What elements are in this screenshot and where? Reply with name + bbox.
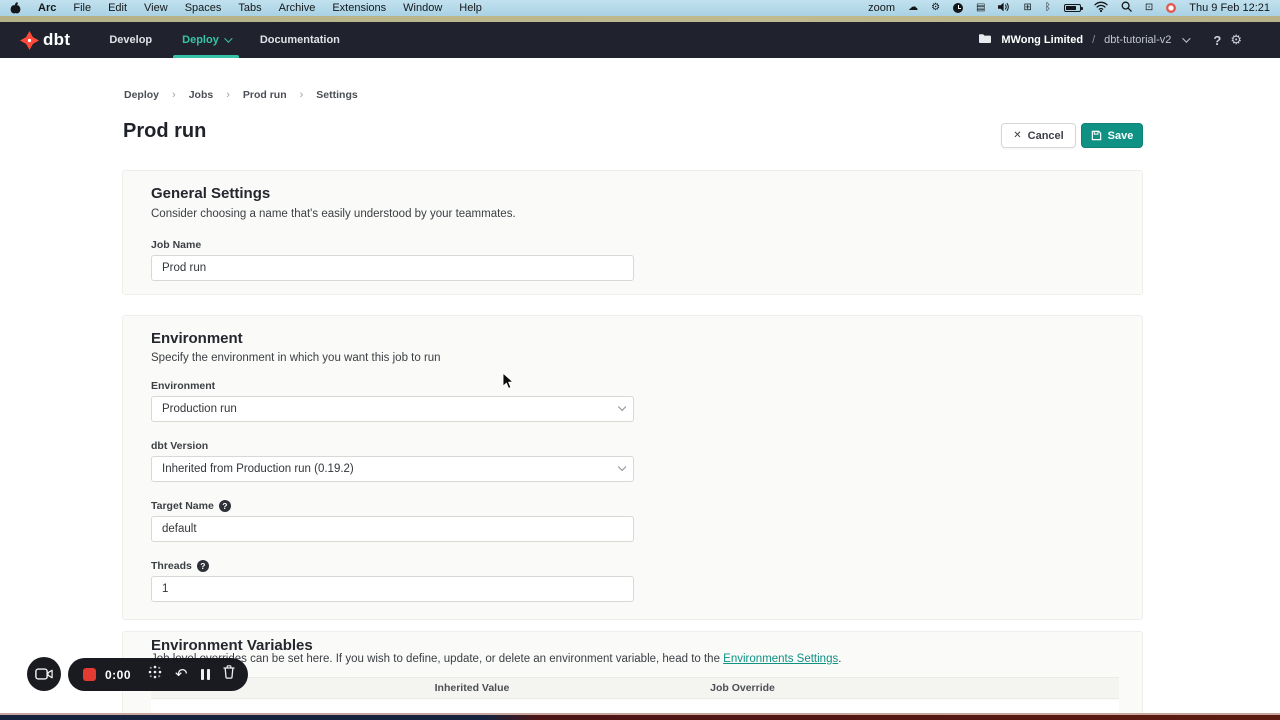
env-vars-col-override: Job Override [607, 682, 878, 694]
environment-subtitle: Specify the environment in which you wan… [151, 352, 441, 364]
breadcrumb-separator-icon: › [300, 89, 304, 101]
close-icon: ✕ [1013, 130, 1021, 141]
general-settings-subtitle: Consider choosing a name that's easily u… [151, 208, 516, 220]
account-name[interactable]: MWong Limited [1001, 34, 1083, 46]
dots-grid-icon[interactable] [148, 665, 162, 684]
mouse-cursor [502, 372, 514, 395]
environment-variables-heading: Environment Variables [151, 637, 313, 654]
recorder-toolbar: 0:00 ↶ [68, 658, 248, 691]
cloud-icon[interactable]: ☁ [908, 3, 918, 13]
help-tooltip-icon[interactable]: ? [219, 500, 231, 512]
menubar-item-tabs[interactable]: Tabs [238, 2, 261, 14]
breadcrumb-separator-icon: › [226, 89, 230, 101]
menubar-item-spaces[interactable]: Spaces [185, 2, 222, 14]
menubar-item-archive[interactable]: Archive [279, 2, 316, 14]
nav-develop[interactable]: Develop [94, 22, 167, 58]
breadcrumb: Deploy › Jobs › Prod run › Settings [124, 89, 358, 101]
chevron-down-icon[interactable] [1183, 34, 1191, 42]
pause-icon[interactable] [201, 669, 210, 680]
nav-deploy[interactable]: Deploy [167, 22, 245, 58]
breadcrumb-deploy[interactable]: Deploy [124, 89, 159, 101]
breadcrumb-jobs[interactable]: Jobs [189, 89, 214, 101]
menubar-item-help[interactable]: Help [459, 2, 482, 14]
recorder-camera-button[interactable] [27, 657, 61, 691]
settings-gear-icon[interactable]: ⚙ [1230, 32, 1242, 48]
window-icon[interactable]: ⊞ [1023, 3, 1031, 13]
folder-icon [978, 33, 992, 47]
environment-variables-card: Environment Variables Job level override… [122, 631, 1143, 713]
breadcrumb-settings[interactable]: Settings [316, 89, 357, 101]
menubar-item-extensions[interactable]: Extensions [332, 2, 386, 14]
stop-recording-button[interactable] [83, 668, 96, 681]
project-name[interactable]: dbt-tutorial-v2 [1104, 34, 1171, 46]
environment-select-label: Environment [151, 380, 215, 392]
save-button[interactable]: Save [1081, 123, 1143, 148]
search-icon[interactable] [1121, 1, 1132, 15]
job-name-input[interactable] [151, 255, 634, 281]
job-name-label: Job Name [151, 239, 201, 251]
menubar-zoom-app[interactable]: zoom [868, 2, 895, 14]
main-content: Deploy › Jobs › Prod run › Settings Prod… [0, 58, 1280, 713]
environments-settings-link[interactable]: Environments Settings [723, 653, 838, 665]
menubar-item-file[interactable]: File [73, 2, 91, 14]
wallpaper-strip-bottom [0, 713, 1280, 720]
wifi-icon[interactable] [1094, 1, 1108, 15]
dbt-version-select[interactable]: Inherited from Production run (0.19.2) [151, 456, 634, 482]
general-settings-heading: General Settings [151, 185, 270, 202]
breadcrumb-separator-icon: › [172, 89, 176, 101]
dbt-version-label: dbt Version [151, 440, 208, 452]
chevron-down-icon [618, 463, 626, 471]
env-vars-table-header: Inherited Value Job Override [151, 677, 1119, 699]
save-floppy-icon [1091, 130, 1102, 141]
volume-icon[interactable] [998, 2, 1010, 15]
breadcrumb-prod-run[interactable]: Prod run [243, 89, 287, 101]
dbt-logo-text: dbt [43, 30, 70, 50]
recording-time: 0:00 [105, 668, 131, 682]
menubar-clock[interactable]: Thu 9 Feb 12:21 [1189, 2, 1270, 14]
undo-icon[interactable]: ↶ [175, 668, 188, 682]
environment-variables-description: Job level overrides can be set here. If … [151, 653, 841, 665]
threads-label: Threads ? [151, 560, 209, 572]
clock-icon[interactable] [953, 3, 963, 13]
gear-icon[interactable]: ⚙ [931, 3, 940, 13]
display-icon[interactable]: ⊡ [1145, 3, 1153, 13]
general-settings-card: General Settings Consider choosing a nam… [122, 170, 1143, 295]
threads-input[interactable] [151, 576, 634, 602]
dbt-logo[interactable]: dbt [20, 30, 70, 50]
main-nav: Develop Deploy Documentation [94, 22, 355, 58]
menubar-item-arc[interactable]: Arc [38, 2, 56, 14]
menubar-item-view[interactable]: View [144, 2, 168, 14]
apple-menu-icon[interactable] [10, 2, 21, 14]
app-grid-icon[interactable]: ▤ [976, 3, 985, 13]
trash-icon[interactable] [223, 665, 235, 684]
menubar-item-edit[interactable]: Edit [108, 2, 127, 14]
chevron-down-icon [618, 403, 626, 411]
env-vars-table-row [151, 700, 1119, 713]
battery-icon[interactable] [1064, 4, 1081, 12]
help-tooltip-icon[interactable]: ? [197, 560, 209, 572]
menubar-item-window[interactable]: Window [403, 2, 442, 14]
active-tab-underline [173, 55, 239, 58]
siri-icon[interactable] [1166, 3, 1176, 13]
macos-menubar: Arc File Edit View Spaces Tabs Archive E… [0, 0, 1280, 16]
target-name-input[interactable] [151, 516, 634, 542]
help-icon[interactable]: ? [1213, 33, 1221, 48]
target-name-label: Target Name ? [151, 500, 231, 512]
wallpaper-strip-top [0, 16, 1280, 22]
chevron-down-icon [224, 34, 232, 42]
environment-select[interactable]: Production run [151, 396, 634, 422]
cancel-button[interactable]: ✕ Cancel [1001, 123, 1076, 148]
dbt-app-header: dbt Develop Deploy Documentation MWong L… [0, 22, 1280, 58]
video-camera-icon [35, 668, 53, 680]
account-project-separator: / [1092, 34, 1095, 46]
dbt-logo-icon [20, 31, 39, 50]
nav-documentation[interactable]: Documentation [245, 22, 355, 58]
page-title: Prod run [123, 120, 206, 143]
environment-card: Environment Specify the environment in w… [122, 315, 1143, 620]
environment-heading: Environment [151, 330, 243, 347]
env-vars-col-inherited: Inherited Value [337, 682, 607, 694]
bluetooth-icon[interactable]: ᛒ [1045, 3, 1051, 13]
